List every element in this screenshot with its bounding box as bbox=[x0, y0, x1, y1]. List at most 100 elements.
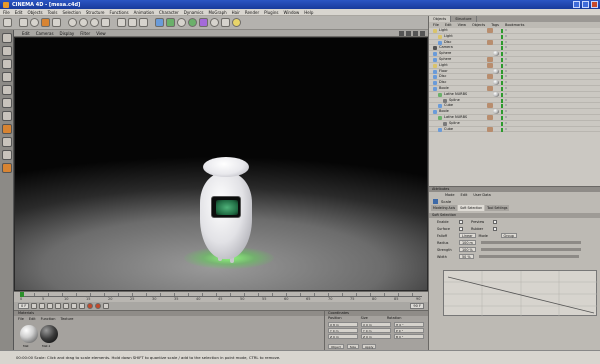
minimize-button[interactable] bbox=[573, 1, 580, 8]
object-name[interactable]: Floor bbox=[439, 69, 448, 74]
coord-position-y[interactable]: Y 0 m bbox=[328, 328, 358, 333]
attr-checkbox[interactable] bbox=[493, 226, 497, 231]
deformer-icon[interactable] bbox=[199, 18, 208, 27]
material-tag-icon[interactable] bbox=[493, 91, 499, 97]
object-name[interactable]: Spline bbox=[449, 121, 460, 126]
visibility-toggle[interactable] bbox=[501, 110, 503, 115]
material-menu-function[interactable]: Function bbox=[41, 316, 56, 322]
object-name[interactable]: Disc bbox=[444, 40, 451, 45]
visibility-toggle[interactable] bbox=[501, 63, 503, 68]
object-name[interactable]: Camera bbox=[439, 45, 453, 50]
coord-position-z[interactable]: Z 0 m bbox=[328, 334, 358, 339]
maximize-button[interactable] bbox=[582, 1, 589, 8]
visibility-toggle[interactable] bbox=[501, 46, 503, 51]
render-toggle[interactable] bbox=[505, 75, 507, 78]
render-toggle[interactable] bbox=[505, 46, 507, 49]
menu-window[interactable]: Window bbox=[283, 10, 299, 15]
texture-mode-icon[interactable] bbox=[1, 72, 12, 82]
x-axis-icon[interactable] bbox=[68, 18, 77, 27]
viewport-menu-filter[interactable]: Filter bbox=[80, 31, 90, 36]
visibility-toggle[interactable] bbox=[501, 57, 503, 62]
nurbs-icon[interactable] bbox=[166, 18, 175, 27]
object-name[interactable]: Spline bbox=[449, 98, 460, 103]
object-name[interactable]: Light bbox=[439, 63, 448, 68]
coord-position-x[interactable]: X 8 m bbox=[328, 322, 358, 327]
render-toggle[interactable] bbox=[505, 121, 507, 124]
coord-rotation-p[interactable]: P 0 ° bbox=[394, 328, 424, 333]
attr-property-value[interactable]: Linear bbox=[459, 233, 476, 238]
render-toggle[interactable] bbox=[505, 92, 507, 95]
texture-tag-icon[interactable] bbox=[487, 28, 493, 33]
texture-tag-icon[interactable] bbox=[487, 85, 493, 91]
attr-menu-user-data[interactable]: User Data bbox=[473, 192, 490, 198]
array-icon[interactable] bbox=[188, 18, 197, 27]
maximize-view-icon[interactable] bbox=[420, 30, 425, 36]
close-button[interactable] bbox=[591, 1, 598, 8]
keyframe-selection-icon[interactable] bbox=[103, 303, 110, 309]
move-icon[interactable] bbox=[30, 18, 39, 27]
polygons-mode-icon[interactable] bbox=[1, 111, 12, 121]
attr-checkbox[interactable] bbox=[459, 226, 463, 231]
menu-render[interactable]: Render bbox=[245, 10, 259, 15]
menu-functions[interactable]: Functions bbox=[109, 10, 128, 15]
attr-tab-soft-selection[interactable]: Soft Selection bbox=[458, 205, 485, 211]
points-mode-icon[interactable] bbox=[1, 85, 12, 95]
render-picture-viewer-icon[interactable] bbox=[128, 18, 137, 27]
pan-icon[interactable] bbox=[399, 30, 404, 36]
visibility-toggle[interactable] bbox=[501, 34, 503, 39]
next-key-icon[interactable] bbox=[71, 303, 78, 309]
menu-mograph[interactable]: MoGraph bbox=[208, 10, 226, 15]
rotate-icon[interactable] bbox=[52, 18, 61, 27]
object-name[interactable]: Cube bbox=[444, 127, 453, 132]
end-frame-field[interactable]: 90 F bbox=[410, 303, 424, 309]
object-name[interactable]: Sphere bbox=[439, 57, 451, 62]
orbit-icon[interactable] bbox=[413, 30, 418, 36]
camera-icon[interactable] bbox=[221, 18, 230, 27]
material-tag-icon[interactable] bbox=[493, 68, 499, 74]
material-menu-texture[interactable]: Texture bbox=[61, 316, 74, 322]
attr-slider[interactable] bbox=[478, 255, 579, 258]
menu-hair[interactable]: Hair bbox=[232, 10, 240, 15]
menu-objects[interactable]: Objects bbox=[27, 10, 42, 15]
render-toggle[interactable] bbox=[505, 63, 507, 66]
cube-icon[interactable] bbox=[155, 18, 164, 27]
texture-tag-icon[interactable] bbox=[487, 103, 493, 109]
prev-frame-icon[interactable] bbox=[47, 303, 54, 309]
material-menu-edit[interactable]: Edit bbox=[29, 316, 36, 322]
prev-key-icon[interactable] bbox=[39, 303, 46, 309]
autokey-icon[interactable] bbox=[95, 303, 102, 309]
current-frame-field[interactable]: 0 F bbox=[18, 303, 30, 309]
material-tag-icon[interactable] bbox=[493, 80, 499, 86]
attr-property-value[interactable]: 100 m bbox=[459, 240, 476, 245]
viewport-menu-cameras[interactable]: Cameras bbox=[36, 31, 54, 36]
visibility-toggle[interactable] bbox=[501, 75, 503, 80]
menu-help[interactable]: Help bbox=[304, 10, 313, 15]
viewport-menu-view[interactable]: View bbox=[96, 31, 106, 36]
render-settings-icon[interactable] bbox=[139, 18, 148, 27]
attr-tab-tool-settings[interactable]: Tool Settings bbox=[485, 205, 510, 211]
object-name[interactable]: Light bbox=[439, 28, 448, 33]
material-swatch-dark[interactable] bbox=[40, 325, 58, 343]
menu-tools[interactable]: Tools bbox=[48, 10, 58, 15]
visibility-toggle[interactable] bbox=[501, 69, 503, 74]
texture-tag-icon[interactable] bbox=[487, 114, 493, 120]
live-selection-icon[interactable] bbox=[19, 18, 28, 27]
object-name[interactable]: Disc bbox=[439, 74, 446, 79]
visibility-toggle[interactable] bbox=[501, 127, 503, 132]
falloff-curve-graph[interactable] bbox=[443, 270, 598, 317]
material-menu-file[interactable]: File bbox=[18, 316, 24, 322]
y-axis-icon[interactable] bbox=[79, 18, 88, 27]
render-toggle[interactable] bbox=[505, 127, 507, 130]
texture-tag-icon[interactable] bbox=[487, 126, 493, 132]
attr-tab-modeling-axis[interactable]: Modeling Axis bbox=[431, 205, 458, 211]
visibility-toggle[interactable] bbox=[501, 52, 503, 57]
render-toggle[interactable] bbox=[505, 98, 507, 101]
visibility-toggle[interactable] bbox=[501, 86, 503, 91]
coord-size-mode-select[interactable]: Size bbox=[346, 344, 359, 349]
object-mode-icon[interactable] bbox=[1, 59, 12, 69]
object-name[interactable]: Cube bbox=[444, 103, 453, 108]
object-name[interactable]: Boole bbox=[439, 109, 449, 114]
visibility-toggle[interactable] bbox=[501, 40, 503, 45]
model-mode-icon[interactable] bbox=[1, 46, 12, 56]
menu-structure[interactable]: Structure bbox=[86, 10, 105, 15]
